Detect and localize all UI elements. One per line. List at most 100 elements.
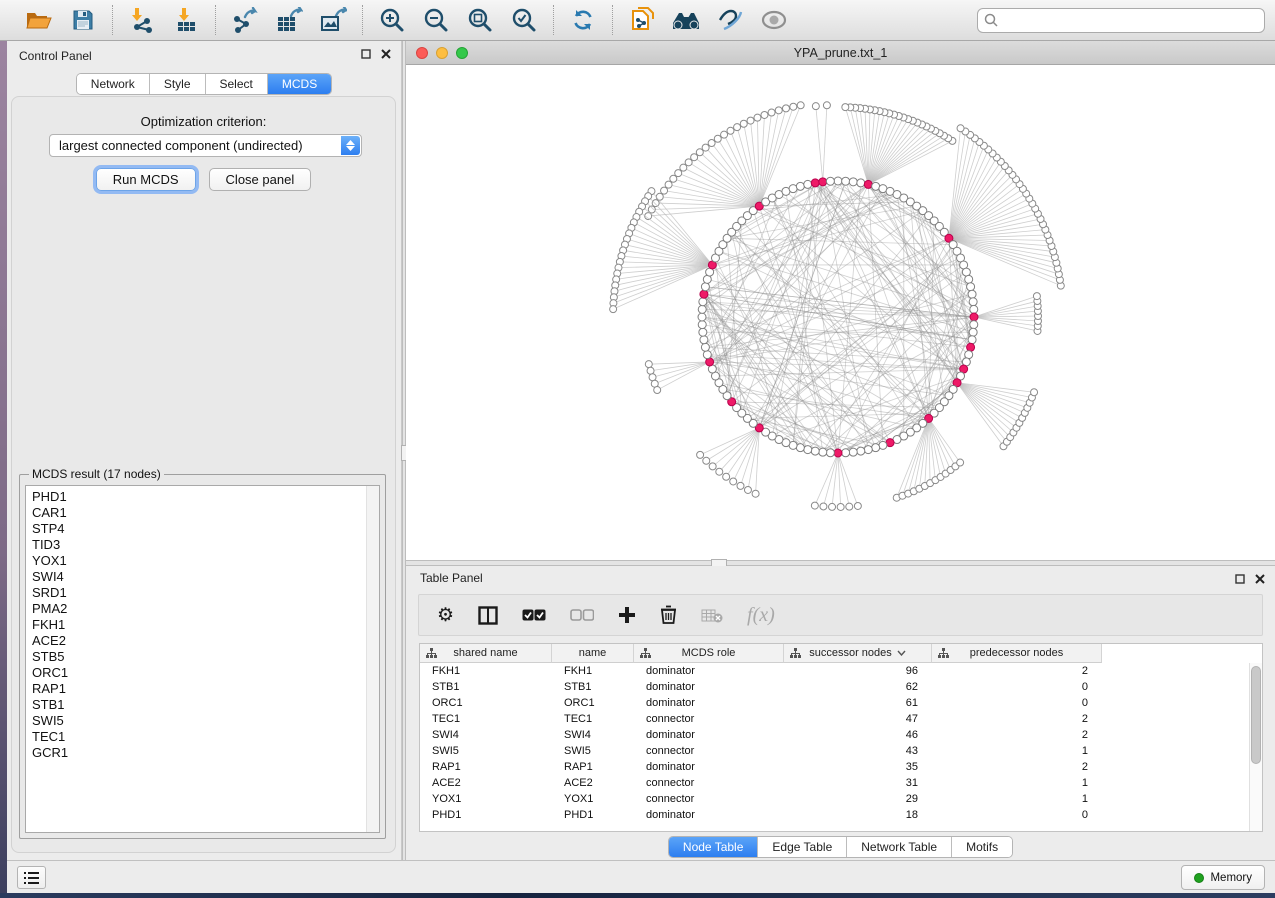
tab-node-table[interactable]: Node Table	[669, 837, 759, 857]
table-row[interactable]: RAP1RAP1dominator352	[420, 759, 1262, 775]
table-scrollbar[interactable]	[1249, 663, 1262, 831]
table-row[interactable]: ORC1ORC1dominator610	[420, 695, 1262, 711]
tab-style[interactable]: Style	[150, 74, 206, 94]
result-list-item[interactable]: GCR1	[32, 745, 379, 761]
result-list-item[interactable]: STB1	[32, 697, 379, 713]
search-icon	[984, 13, 998, 27]
memory-button[interactable]: Memory	[1181, 865, 1265, 890]
import-network-icon[interactable]	[127, 5, 157, 35]
close-panel-icon[interactable]	[1255, 574, 1265, 584]
column-header-MCDS-role[interactable]: MCDS role	[634, 644, 784, 663]
table-cell: 96	[784, 663, 932, 679]
optimization-criterion-select[interactable]: largest connected component (undirected)	[49, 134, 362, 157]
task-history-button[interactable]	[17, 866, 46, 889]
column-header-predecessor-nodes[interactable]: predecessor nodes	[932, 644, 1102, 663]
table-cell: dominator	[634, 679, 784, 695]
table-row[interactable]: STB1STB1dominator620	[420, 679, 1262, 695]
table-cell: 43	[784, 743, 932, 759]
result-list-item[interactable]: PMA2	[32, 601, 379, 617]
network-view-window: YPA_prune.txt_1	[406, 41, 1275, 560]
result-list-item[interactable]: CAR1	[32, 505, 379, 521]
memory-status-icon	[1194, 873, 1204, 883]
refresh-icon[interactable]	[568, 5, 598, 35]
show-hide-graphics-icon[interactable]	[715, 5, 745, 35]
result-list-item[interactable]: ACE2	[32, 633, 379, 649]
table-cell: 2	[932, 663, 1102, 679]
table-cell: 31	[784, 775, 932, 791]
column-header-name[interactable]: name	[552, 644, 634, 663]
table-row[interactable]: TEC1TEC1connector472	[420, 711, 1262, 727]
mcds-result-list[interactable]: PHD1CAR1STP4TID3YOX1SWI4SRD1PMA2FKH1ACE2…	[25, 485, 380, 833]
zoom-in-icon[interactable]	[377, 5, 407, 35]
function-builder-icon: f(x)	[747, 605, 775, 625]
open-network-file-icon[interactable]	[627, 5, 657, 35]
tab-network-table[interactable]: Network Table	[847, 837, 952, 857]
table-cell: connector	[634, 711, 784, 727]
close-panel-button[interactable]: Close panel	[209, 168, 312, 191]
add-column-icon[interactable]	[618, 606, 636, 624]
preview-eye-icon[interactable]	[759, 5, 789, 35]
result-list-item[interactable]: PHD1	[32, 489, 379, 505]
network-window-titlebar[interactable]: YPA_prune.txt_1	[406, 41, 1275, 65]
gear-icon[interactable]: ⚙	[437, 606, 454, 625]
result-list-item[interactable]: FKH1	[32, 617, 379, 633]
column-header-shared-name[interactable]: shared name	[420, 644, 552, 663]
import-table-icon[interactable]	[171, 5, 201, 35]
result-list-item[interactable]: YOX1	[32, 553, 379, 569]
tab-motifs[interactable]: Motifs	[952, 837, 1012, 857]
scrollbar-thumb[interactable]	[1251, 666, 1261, 764]
window-minimize-icon[interactable]	[436, 47, 448, 59]
result-list-item[interactable]: STP4	[32, 521, 379, 537]
result-list-item[interactable]: ORC1	[32, 665, 379, 681]
float-panel-icon[interactable]	[361, 49, 371, 59]
result-list-item[interactable]: STB5	[32, 649, 379, 665]
close-panel-icon[interactable]	[381, 49, 391, 59]
run-mcds-button[interactable]: Run MCDS	[96, 168, 196, 191]
zoom-selected-icon[interactable]	[509, 5, 539, 35]
result-list-item[interactable]: SWI5	[32, 713, 379, 729]
network-canvas[interactable]	[406, 65, 1275, 559]
table-cell: STB1	[552, 679, 634, 695]
desktop: Control Panel NetworkStyleSelectMCDS Opt…	[0, 0, 1275, 898]
table-cell: 1	[932, 791, 1102, 807]
result-list-item[interactable]: TID3	[32, 537, 379, 553]
table-cell: FKH1	[420, 663, 552, 679]
search-network-icon[interactable]	[671, 5, 701, 35]
main-toolbar	[0, 0, 1275, 41]
column-header-successor-nodes[interactable]: successor nodes	[784, 644, 932, 663]
search-input[interactable]	[977, 8, 1265, 33]
select-all-icon[interactable]	[522, 609, 546, 622]
table-row[interactable]: ACE2ACE2connector311	[420, 775, 1262, 791]
result-list-item[interactable]: RAP1	[32, 681, 379, 697]
optimization-criterion-value: largest connected component (undirected)	[59, 138, 303, 153]
table-row[interactable]: PHD1PHD1dominator180	[420, 807, 1262, 823]
export-network-icon[interactable]	[230, 5, 260, 35]
table-row[interactable]: FKH1FKH1dominator962	[420, 663, 1262, 679]
table-cell: dominator	[634, 759, 784, 775]
zoom-out-icon[interactable]	[421, 5, 451, 35]
table-row[interactable]: SWI5SWI5connector431	[420, 743, 1262, 759]
deselect-all-icon[interactable]	[570, 609, 594, 622]
result-list-item[interactable]: SRD1	[32, 585, 379, 601]
memory-label: Memory	[1210, 872, 1252, 884]
float-panel-icon[interactable]	[1235, 574, 1245, 584]
tab-select[interactable]: Select	[206, 74, 268, 94]
open-file-icon[interactable]	[24, 5, 54, 35]
zoom-fit-icon[interactable]	[465, 5, 495, 35]
window-maximize-icon[interactable]	[456, 47, 468, 59]
window-close-icon[interactable]	[416, 47, 428, 59]
table-row[interactable]: YOX1YOX1connector291	[420, 791, 1262, 807]
result-list-item[interactable]: TEC1	[32, 729, 379, 745]
mcds-panel: Optimization criterion: largest connecte…	[11, 96, 396, 853]
tab-mcds[interactable]: MCDS	[268, 74, 331, 94]
export-image-icon[interactable]	[318, 5, 348, 35]
table-row[interactable]: SWI4SWI4dominator462	[420, 727, 1262, 743]
delete-icon[interactable]	[660, 605, 677, 625]
save-session-icon[interactable]	[68, 5, 98, 35]
result-list-item[interactable]: SWI4	[32, 569, 379, 585]
result-list-scrollbar[interactable]	[366, 486, 379, 832]
tab-network[interactable]: Network	[77, 74, 150, 94]
export-table-icon[interactable]	[274, 5, 304, 35]
column-layout-icon[interactable]	[478, 606, 498, 625]
tab-edge-table[interactable]: Edge Table	[758, 837, 847, 857]
